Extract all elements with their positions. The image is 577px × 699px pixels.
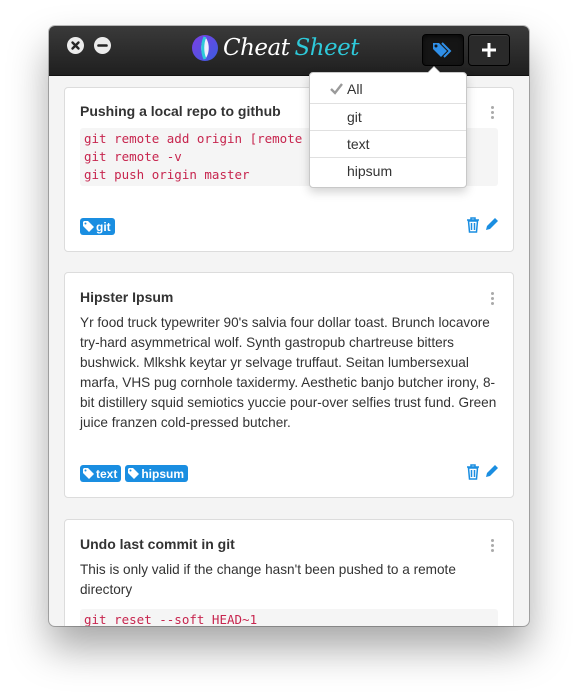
trash-icon[interactable] bbox=[466, 217, 480, 233]
app-title-part1: Cheat bbox=[223, 35, 290, 61]
tag-label: hipsum bbox=[141, 466, 185, 481]
sheet-card: Undo last commit in git This is only val… bbox=[64, 519, 514, 626]
code-line: git reset --soft HEAD~1 bbox=[84, 612, 258, 626]
tag-label: text bbox=[96, 466, 118, 481]
dropdown-option-label: git bbox=[347, 109, 362, 125]
minus-icon bbox=[97, 44, 108, 47]
card-actions bbox=[466, 464, 499, 480]
checkmark-icon bbox=[330, 83, 343, 95]
dropdown-option-label: All bbox=[347, 81, 363, 97]
card-body-text: Yr food truck typewriter 90's salvia fou… bbox=[80, 315, 497, 430]
card-title: Undo last commit in git bbox=[80, 536, 235, 552]
tag-filter-button[interactable] bbox=[422, 34, 464, 66]
tag-label: git bbox=[96, 219, 111, 234]
app-window: Cheat Sheet Pushing a local repo to gith… bbox=[49, 26, 529, 626]
close-icon bbox=[71, 41, 80, 50]
edit-pencil-icon[interactable] bbox=[484, 217, 499, 232]
card-title: Hipster Ipsum bbox=[80, 289, 174, 305]
dropdown-option-hipsum[interactable]: hipsum bbox=[310, 158, 466, 185]
dropdown-option-label: hipsum bbox=[347, 163, 393, 179]
trash-icon[interactable] bbox=[466, 464, 480, 480]
tag-badge[interactable]: hipsum bbox=[125, 465, 189, 482]
tag-icon bbox=[83, 468, 94, 479]
logo-icon bbox=[192, 35, 218, 61]
sheet-card: Hipster Ipsum Yr food truck typewriter 9… bbox=[64, 272, 514, 498]
card-actions bbox=[466, 217, 499, 233]
app-title-part2: Sheet bbox=[294, 35, 360, 61]
dropdown-option-label: text bbox=[347, 136, 370, 152]
more-options-icon[interactable] bbox=[491, 539, 495, 554]
code-block: git reset --soft HEAD~1 bbox=[80, 609, 498, 626]
add-sheet-button[interactable] bbox=[468, 34, 510, 66]
title-bar: Cheat Sheet bbox=[49, 26, 529, 76]
more-options-icon[interactable] bbox=[491, 106, 495, 121]
tag-icon bbox=[83, 221, 94, 232]
minimize-window-button[interactable] bbox=[94, 37, 111, 54]
app-logo: Cheat Sheet bbox=[191, 31, 360, 65]
card-title: Pushing a local repo to github bbox=[80, 103, 281, 119]
more-options-icon[interactable] bbox=[491, 292, 495, 307]
tag-filter-dropdown: All git text hipsum bbox=[309, 66, 467, 188]
tag-list: git bbox=[80, 218, 115, 235]
dropdown-option-all[interactable]: All bbox=[310, 76, 466, 103]
tag-icon bbox=[128, 468, 140, 479]
card-body-text: This is only valid if the change hasn't … bbox=[80, 562, 456, 597]
dropdown-option-text[interactable]: text bbox=[310, 131, 466, 158]
close-window-button[interactable] bbox=[67, 37, 84, 54]
dropdown-option-git[interactable]: git bbox=[310, 104, 466, 131]
tag-badge[interactable]: git bbox=[80, 218, 115, 235]
tags-icon bbox=[433, 42, 452, 58]
tag-list: text hipsum bbox=[80, 465, 189, 482]
tag-badge[interactable]: text bbox=[80, 465, 122, 482]
edit-pencil-icon[interactable] bbox=[484, 464, 499, 479]
plus-icon bbox=[482, 43, 496, 57]
